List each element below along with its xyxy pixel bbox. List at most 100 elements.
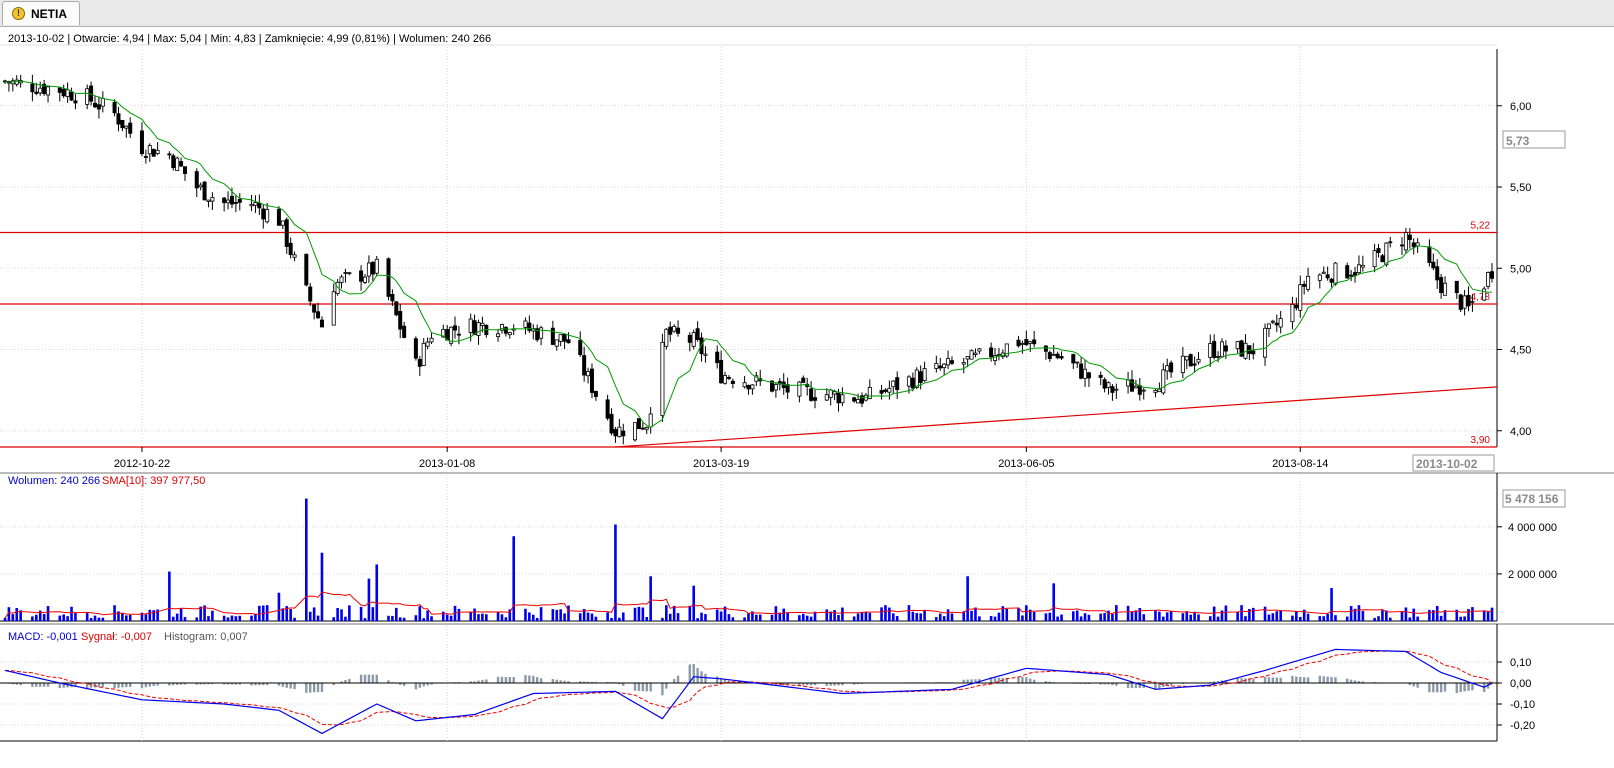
candle-body [253, 202, 258, 206]
volume-bar [649, 576, 652, 621]
candle-body [605, 399, 610, 419]
histogram-bar [1021, 676, 1024, 683]
volume-bar [125, 615, 128, 621]
volume-bar [1373, 617, 1376, 621]
candle-body [1165, 365, 1170, 372]
volume-bar [367, 578, 371, 621]
candle-body [96, 104, 101, 110]
volume-bar [277, 592, 281, 621]
volume-bar [1060, 614, 1063, 621]
volume-bar [641, 607, 645, 621]
sma-label: SMA[10]: 397 977,50 [102, 475, 205, 487]
candle-body [973, 352, 978, 355]
candle-body [198, 184, 203, 188]
volume-bar [743, 617, 746, 621]
candle-body [1141, 389, 1146, 392]
tab-netia[interactable]: ! NETIA [2, 1, 80, 25]
volume-bar [1134, 610, 1138, 621]
candle-body [879, 390, 884, 394]
volume-bar [1428, 609, 1431, 621]
candle-body [906, 376, 911, 387]
candle-body [1329, 278, 1334, 283]
candle-body [100, 98, 105, 107]
candle-body [1298, 284, 1303, 311]
candle-body [476, 322, 481, 336]
histogram-bar [113, 683, 116, 689]
volume-bar [758, 614, 762, 621]
candle-body [644, 427, 649, 430]
volume-bar [1279, 610, 1282, 621]
histogram-bar [1416, 683, 1419, 688]
candle-body [417, 358, 422, 367]
price-panel[interactable]: 5,224,783,90 6,005,505,004,504,00 2012-1… [0, 27, 1614, 472]
histogram-bar [42, 683, 46, 687]
candle-body [1212, 341, 1217, 358]
histogram-bar [1306, 677, 1310, 683]
volume-bar [801, 613, 805, 621]
volume-bar [1482, 610, 1486, 621]
volume-bar [11, 614, 15, 621]
candle-body [1188, 354, 1193, 367]
volume-bar [500, 614, 504, 621]
volume-bar [175, 613, 179, 621]
candle-body [1443, 282, 1448, 296]
volume-bar [1032, 611, 1036, 621]
volume-bar [1471, 607, 1474, 621]
candle-body [398, 311, 403, 330]
tab-bar: ! NETIA [0, 0, 1614, 27]
volume-bar [371, 607, 375, 621]
volume-bar [359, 606, 363, 621]
volume-panel[interactable]: 4 000 000 2 000 000 Wolumen: 240 266 SMA[… [0, 472, 1614, 622]
volume-bar [66, 616, 69, 621]
candle-body [1086, 372, 1091, 379]
candle-body [664, 328, 669, 347]
candle-body [1466, 294, 1471, 307]
candle-body [832, 391, 837, 395]
histogram-bar [1412, 683, 1415, 687]
candle-body [265, 209, 270, 223]
candle-body [582, 355, 587, 376]
candle-body [1219, 341, 1224, 358]
chart-area[interactable]: 5,224,783,90 6,005,505,004,504,00 2012-1… [0, 27, 1614, 768]
candle-body [797, 381, 802, 397]
histogram-bar [148, 683, 151, 687]
volume-bar [888, 607, 891, 621]
volume-bar [308, 611, 312, 621]
histogram-bar [633, 683, 637, 691]
histogram-bar [637, 683, 641, 691]
histogram-bar [692, 664, 695, 683]
volume-bar [907, 605, 911, 621]
candle-body [887, 387, 892, 393]
candle-body [1427, 246, 1432, 263]
histogram-bar [1291, 676, 1294, 683]
volume-bar [426, 610, 429, 621]
histogram-bar [35, 683, 38, 687]
volume-bar [1330, 588, 1333, 621]
histogram-bar [309, 683, 312, 693]
histogram-bar [1279, 677, 1282, 683]
candle-body [57, 87, 62, 93]
candle-body [1290, 303, 1295, 323]
histogram-bar [1463, 683, 1466, 692]
volume-bar [935, 617, 938, 621]
candle-body [183, 166, 188, 174]
candle-body [910, 377, 915, 389]
volume-bar [974, 607, 977, 621]
candle-body [124, 125, 129, 129]
candle-body [672, 326, 677, 332]
candle-body [155, 149, 160, 155]
volume-bar [226, 617, 230, 621]
candle-body [425, 341, 430, 347]
histogram-bar [312, 683, 316, 693]
candle-body [1439, 277, 1444, 294]
candle-body [1407, 234, 1412, 241]
candle-body [1059, 356, 1064, 359]
volume-bar [841, 607, 844, 621]
volume-bar [1467, 609, 1470, 621]
candle-body [527, 322, 532, 331]
macd-panel[interactable]: 0,10 0,00 -0,10 -0,20 MACD: -0,001 Sygnał: … [0, 623, 1614, 742]
volume-bar [46, 606, 50, 621]
candle-body [30, 83, 35, 93]
candle-body [394, 301, 399, 316]
histogram-bar [125, 683, 128, 688]
